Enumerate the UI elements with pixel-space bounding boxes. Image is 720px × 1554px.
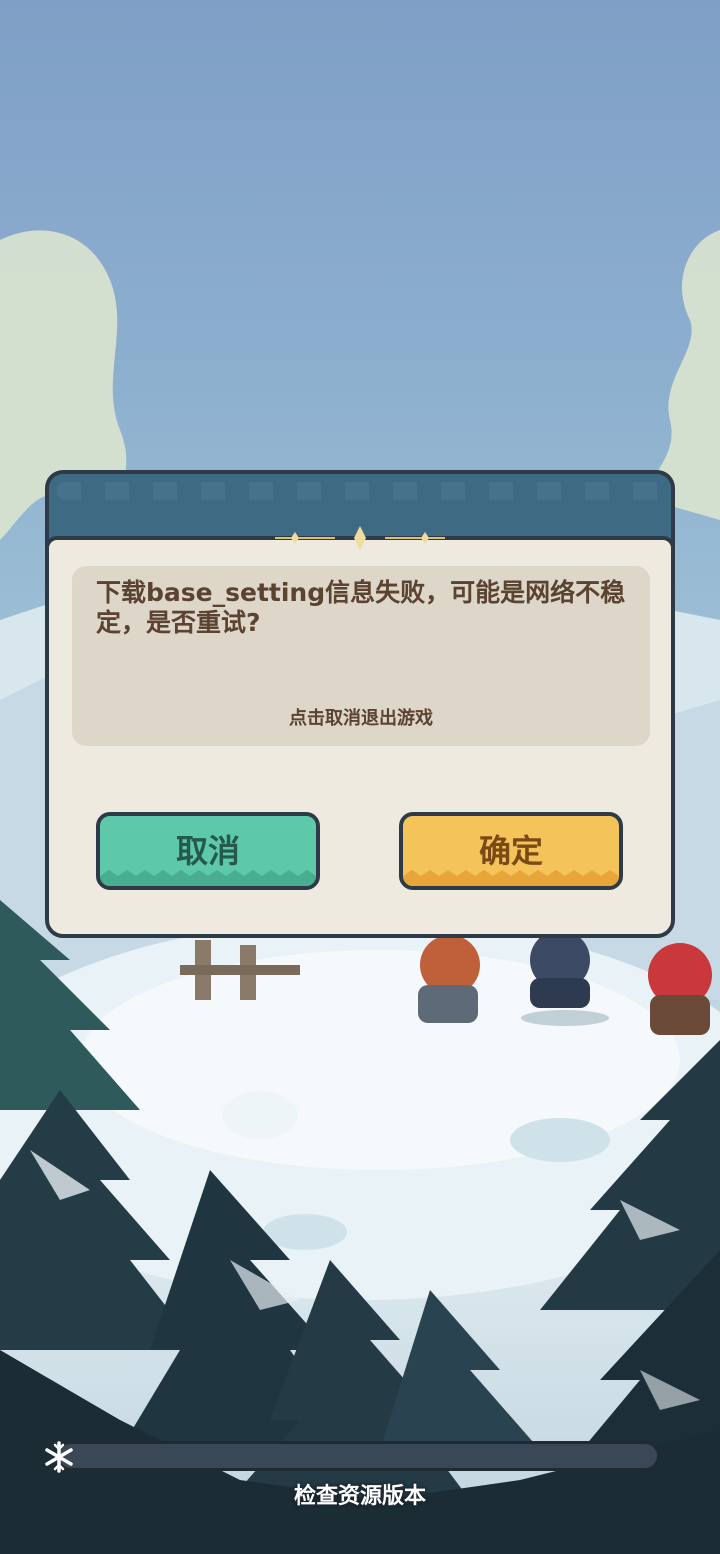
game-screen: 下载base_setting信息失败，可能是网络不稳定，是否重试? 点击取消退出… bbox=[0, 0, 720, 1554]
snowflake-icon bbox=[45, 1441, 73, 1473]
cancel-button[interactable]: 取消 bbox=[96, 812, 320, 890]
button-zigzag-trim bbox=[100, 870, 316, 886]
exit-hint: 点击取消退出游戏 bbox=[289, 708, 433, 729]
confirm-button[interactable]: 确定 bbox=[399, 812, 623, 890]
loading-status-text: 检查资源版本 bbox=[293, 1484, 426, 1509]
dialog-header-pattern bbox=[57, 482, 663, 500]
dialog-ornament-icon bbox=[275, 526, 445, 550]
error-dialog: 下载base_setting信息失败，可能是网络不稳定，是否重试? 点击取消退出… bbox=[45, 470, 675, 938]
button-zigzag-trim bbox=[403, 870, 619, 886]
message-panel: 下载base_setting信息失败，可能是网络不稳定，是否重试? 点击取消退出… bbox=[72, 566, 650, 746]
error-message: 下载base_setting信息失败，可能是网络不稳定，是否重试? bbox=[96, 578, 626, 637]
loading-progress-bar bbox=[56, 1441, 660, 1471]
